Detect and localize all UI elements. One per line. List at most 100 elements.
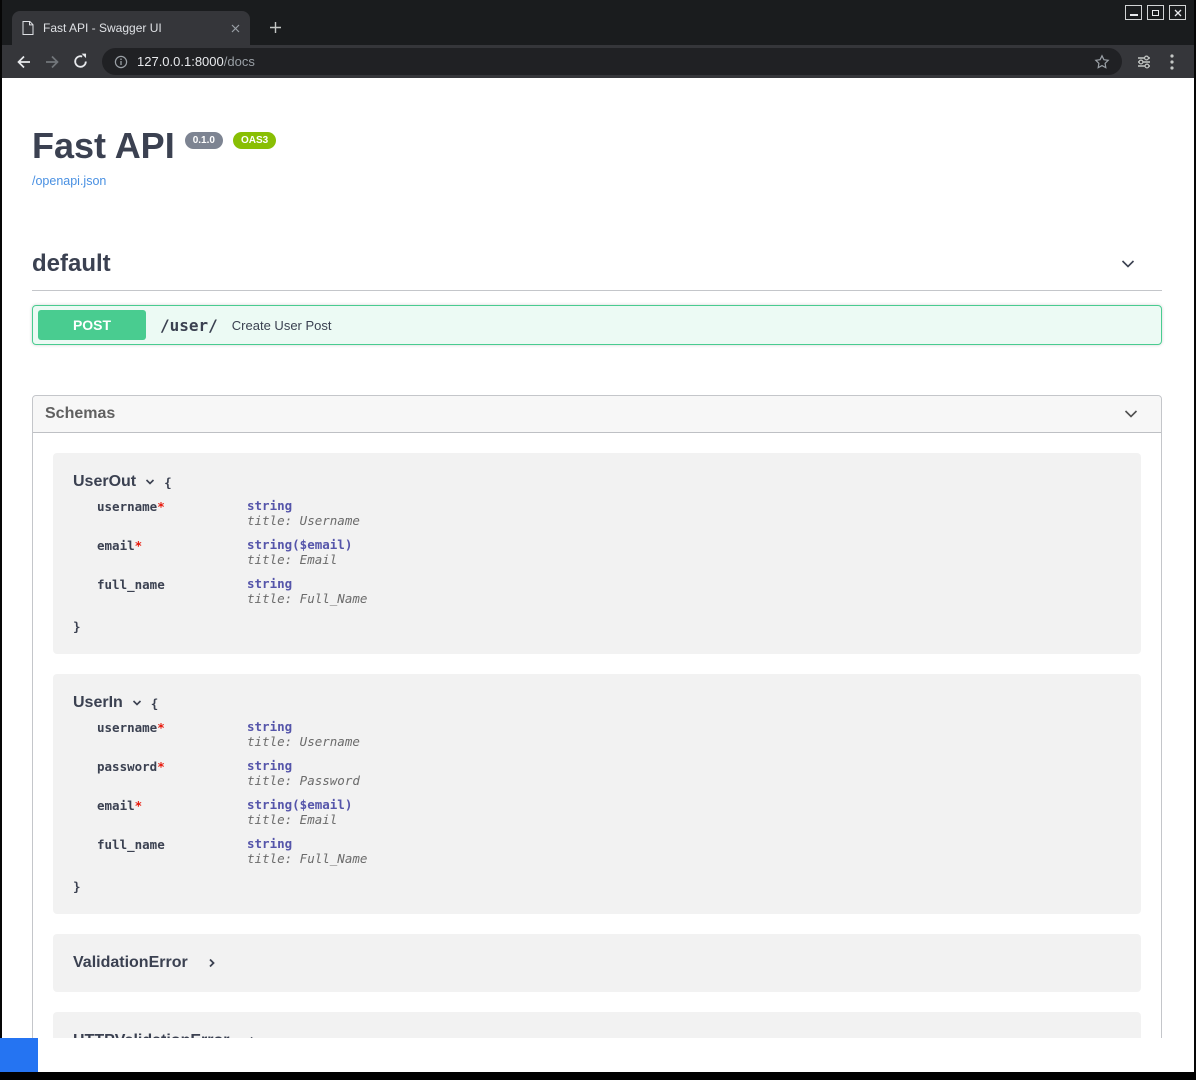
property-name: full_name bbox=[97, 837, 165, 852]
back-button[interactable] bbox=[10, 48, 38, 76]
tab-strip: Fast API - Swagger UI bbox=[2, 0, 1194, 45]
window-maximize-button[interactable] bbox=[1147, 5, 1164, 20]
url-path: /docs bbox=[224, 54, 255, 69]
minimize-icon bbox=[1130, 9, 1138, 16]
schema-model-validationerror[interactable]: ValidationError bbox=[53, 934, 1141, 992]
model-title[interactable]: UserOut bbox=[73, 473, 136, 491]
api-info-section: Fast API 0.1.0 OAS3 /openapi.json bbox=[32, 78, 1162, 190]
property-title: title: Full_Name bbox=[247, 852, 367, 866]
window-close-button[interactable] bbox=[1169, 5, 1186, 20]
schemas-body: UserOut { username* string title: Userna… bbox=[33, 433, 1161, 1038]
forward-arrow-icon bbox=[43, 53, 61, 71]
schema-model-userout: UserOut { username* string title: Userna… bbox=[53, 453, 1141, 654]
plus-icon bbox=[269, 21, 282, 34]
url-host: 127.0.0.1:8000 bbox=[137, 54, 224, 69]
maximize-icon bbox=[1152, 10, 1159, 16]
property-name: email bbox=[97, 538, 135, 553]
property-type: string bbox=[247, 719, 292, 734]
tag-section-default[interactable]: default bbox=[32, 250, 1162, 291]
three-dot-menu-icon bbox=[1170, 54, 1174, 70]
chevron-right-icon[interactable] bbox=[206, 957, 218, 969]
property-format: ($email) bbox=[292, 797, 352, 812]
endpoint-path: /user/ bbox=[156, 316, 222, 335]
back-arrow-icon bbox=[15, 53, 33, 71]
url-bar[interactable]: 127.0.0.1:8000/docs bbox=[102, 48, 1122, 75]
browser-window: Fast API - Swagger UI bbox=[0, 0, 1196, 1080]
forward-button[interactable] bbox=[38, 48, 66, 76]
tag-title-default: default bbox=[32, 250, 111, 278]
openapi-json-link[interactable]: /openapi.json bbox=[32, 174, 106, 188]
property-type: string bbox=[247, 836, 292, 851]
table-row: full_name string title: Full_Name bbox=[97, 834, 367, 873]
required-star: * bbox=[157, 720, 165, 735]
open-brace: { bbox=[164, 475, 172, 490]
property-title: title: Password bbox=[247, 774, 367, 788]
tab-title: Fast API - Swagger UI bbox=[43, 21, 222, 35]
reload-icon bbox=[72, 53, 89, 70]
site-info-icon[interactable] bbox=[114, 55, 128, 69]
required-star: * bbox=[157, 499, 165, 514]
table-row: full_name string title: Full_Name bbox=[97, 574, 367, 613]
property-title: title: Email bbox=[247, 813, 367, 827]
reload-button[interactable] bbox=[66, 48, 94, 76]
schema-model-httpvalidationerror[interactable]: HTTPValidationError bbox=[53, 1012, 1141, 1038]
property-name: password bbox=[97, 759, 157, 774]
property-title: title: Email bbox=[247, 553, 367, 567]
property-title: title: Full_Name bbox=[247, 592, 367, 606]
tune-sliders-icon bbox=[1136, 54, 1152, 70]
table-row: email* string($email) title: Email bbox=[97, 535, 367, 574]
oas3-badge: OAS3 bbox=[233, 132, 276, 149]
tune-icon[interactable] bbox=[1130, 48, 1158, 76]
browser-menu-button[interactable] bbox=[1158, 48, 1186, 76]
schemas-header[interactable]: Schemas bbox=[33, 396, 1161, 433]
table-row: username* string title: Username bbox=[97, 496, 367, 535]
property-title: title: Username bbox=[247, 735, 367, 749]
tab-close-button[interactable] bbox=[231, 24, 240, 33]
endpoint-summary: Create User Post bbox=[232, 318, 332, 333]
new-tab-button[interactable] bbox=[262, 14, 288, 40]
property-name: full_name bbox=[97, 577, 165, 592]
url-text: 127.0.0.1:8000/docs bbox=[137, 54, 255, 69]
window-minimize-button[interactable] bbox=[1125, 5, 1142, 20]
model-title[interactable]: UserIn bbox=[73, 694, 123, 712]
chevron-down-icon[interactable] bbox=[144, 476, 156, 488]
open-brace: { bbox=[151, 696, 159, 711]
api-version-badge: 0.1.0 bbox=[185, 132, 223, 149]
chevron-down-icon[interactable] bbox=[1121, 404, 1141, 424]
required-star: * bbox=[157, 759, 165, 774]
property-name: username bbox=[97, 499, 157, 514]
property-table: username* string title: Username email* … bbox=[97, 496, 367, 613]
page-favicon-icon bbox=[22, 21, 34, 35]
endpoint-post-user[interactable]: POST /user/ Create User Post bbox=[32, 305, 1162, 345]
table-row: email* string($email) title: Email bbox=[97, 795, 367, 834]
chevron-down-icon[interactable] bbox=[1118, 254, 1138, 274]
window-controls bbox=[1125, 5, 1186, 20]
schemas-title: Schemas bbox=[45, 405, 115, 423]
bookmark-star-icon[interactable] bbox=[1094, 54, 1110, 70]
property-type: string bbox=[247, 498, 292, 513]
property-name: username bbox=[97, 720, 157, 735]
property-title: title: Username bbox=[247, 514, 367, 528]
tab-close-icon bbox=[231, 24, 240, 33]
table-row: password* string title: Password bbox=[97, 756, 367, 795]
swagger-page: Fast API 0.1.0 OAS3 /openapi.json defaul… bbox=[2, 78, 1194, 1038]
property-type: string bbox=[247, 576, 292, 591]
property-type: string bbox=[247, 758, 292, 773]
http-method-badge: POST bbox=[38, 310, 146, 340]
required-star: * bbox=[135, 538, 143, 553]
close-brace: } bbox=[73, 879, 1121, 894]
chevron-down-icon[interactable] bbox=[131, 697, 143, 709]
schema-model-userin: UserIn { username* string title: Usernam… bbox=[53, 674, 1141, 914]
property-type: string bbox=[247, 797, 292, 812]
property-format: ($email) bbox=[292, 537, 352, 552]
close-brace: } bbox=[73, 619, 1121, 634]
property-table: username* string title: Username passwor… bbox=[97, 717, 367, 873]
browser-toolbar: 127.0.0.1:8000/docs bbox=[2, 45, 1194, 78]
close-icon bbox=[1174, 9, 1182, 17]
desktop-strip bbox=[2, 1038, 1194, 1072]
browser-tab[interactable]: Fast API - Swagger UI bbox=[12, 11, 250, 45]
property-type: string bbox=[247, 537, 292, 552]
table-row: username* string title: Username bbox=[97, 717, 367, 756]
model-title[interactable]: ValidationError bbox=[73, 954, 188, 972]
taskbar-blue-square bbox=[0, 1038, 38, 1072]
